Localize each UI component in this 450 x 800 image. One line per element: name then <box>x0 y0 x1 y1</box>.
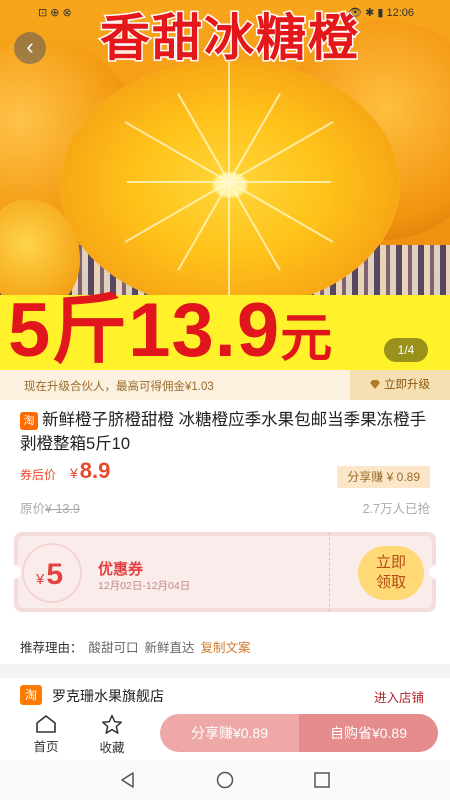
recommend-reason-item: 新鲜直达 <box>144 641 195 655</box>
system-navigation-bar <box>0 760 450 800</box>
star-icon <box>101 714 123 734</box>
claim-label-line2: 领取 <box>375 574 406 591</box>
section-separator <box>0 664 450 678</box>
recommend-reason-label: 推荐理由： <box>20 641 83 655</box>
orange-segment-line <box>228 182 230 302</box>
taobao-badge-icon: 淘 <box>20 412 38 430</box>
favorite-button[interactable]: 收藏 <box>90 712 134 758</box>
product-title-text: 新鲜橙子脐橙甜橙 冰糖橙应季水果包邮当季果冻橙手剥橙整箱5斤10 <box>20 411 427 453</box>
coupon-notch <box>7 565 21 579</box>
sold-count: 2.7万人已抢 <box>362 502 430 516</box>
orange-segment-line <box>228 62 230 182</box>
coupon-value-amount: 5 <box>46 558 64 591</box>
share-earn-badge[interactable]: 分享赚 ¥ 0.89 <box>337 466 430 488</box>
upgrade-label: 立即升级 <box>384 379 430 391</box>
original-price-value: ¥ 13.9 <box>45 502 80 516</box>
original-price-label: 原价 <box>20 502 46 516</box>
copy-text-link[interactable]: 复制文案 <box>201 641 251 655</box>
recommend-reason: 推荐理由： 酸甜可口 新鲜直达 复制文案 <box>20 637 251 656</box>
shop-name: 罗克珊水果旗舰店 <box>52 688 164 704</box>
upgrade-button[interactable]: 立即升级 <box>350 370 450 400</box>
currency-symbol: ¥ <box>36 571 45 588</box>
home-nav-label: 首页 <box>33 740 59 754</box>
status-icons-left: ⊡ ⊕ ⊗ <box>38 7 72 19</box>
coupon-value: ¥5 <box>36 558 63 597</box>
nav-back-icon[interactable] <box>118 770 138 790</box>
coupon-divider <box>329 532 330 612</box>
after-coupon-price-value: 8.9 <box>79 458 111 483</box>
favorite-label: 收藏 <box>99 741 125 755</box>
orange-segment-line <box>229 181 331 183</box>
bottom-action-bar: 首页 收藏 分享赚¥0.89 自购省¥0.89 <box>0 710 450 760</box>
partner-upgrade-strip: 现在升级合伙人，最高可得佣金¥1.03 立即升级 <box>0 370 450 400</box>
taobao-shop-icon: 淘 <box>20 685 42 705</box>
currency-symbol: ¥ <box>70 465 78 481</box>
back-arrow-icon: ‹ <box>26 34 34 59</box>
coupon-validity-date: 12月02日-12月04日 <box>98 580 191 592</box>
home-icon <box>36 715 56 733</box>
self-buy-button[interactable]: 自购省¥0.89 <box>299 714 438 752</box>
after-coupon-price-label: 券后价 <box>20 468 57 482</box>
claim-coupon-button[interactable]: 立即 领取 <box>358 546 424 600</box>
cta-group: 分享赚¥0.89 自购省¥0.89 <box>160 714 438 752</box>
status-bar: ⊡ ⊕ ⊗ 👁 ✱ ▮ 12:06 <box>0 0 450 28</box>
partner-commission-text: 现在升级合伙人，最高可得佣金¥1.03 <box>24 381 214 393</box>
product-detail-page: 香甜冰糖橙 ⊡ ⊕ ⊗ 👁 ✱ ▮ 12:06 ‹ 5斤13.9元 1/4 现在… <box>0 0 450 800</box>
nav-home-icon[interactable] <box>215 770 235 790</box>
after-coupon-price: ¥8.9 <box>70 458 110 484</box>
original-price: 原价¥ 13.9 <box>20 498 80 517</box>
coupon-name: 优惠券 <box>98 561 144 578</box>
product-title: 淘新鲜橙子脐橙甜橙 冰糖橙应季水果包邮当季果冻橙手剥橙整箱5斤10 <box>20 408 432 456</box>
status-icons-right: 👁 ✱ ▮ 12:06 <box>348 7 414 19</box>
claim-label-line1: 立即 <box>375 554 406 571</box>
share-earn-button[interactable]: 分享赚¥0.89 <box>160 714 299 752</box>
diamond-icon <box>370 380 380 389</box>
hero-price-unit: 元 <box>280 310 334 368</box>
shop-row[interactable]: 淘 罗克珊水果旗舰店 进入店铺 <box>0 680 450 710</box>
recommend-reason-item: 酸甜可口 <box>88 641 139 655</box>
coupon-notch <box>429 565 443 579</box>
orange-segment-line <box>127 181 229 183</box>
hero-price-amount: 5斤13.9 <box>8 288 281 373</box>
nav-recent-icon[interactable] <box>312 770 332 790</box>
home-nav-button[interactable]: 首页 <box>24 712 68 758</box>
image-page-indicator: 1/4 <box>384 338 428 362</box>
back-button[interactable]: ‹ <box>14 32 46 64</box>
enter-shop-link[interactable]: 进入店铺 <box>374 687 424 706</box>
hero-price-text: 5斤13.9元 <box>8 288 333 382</box>
